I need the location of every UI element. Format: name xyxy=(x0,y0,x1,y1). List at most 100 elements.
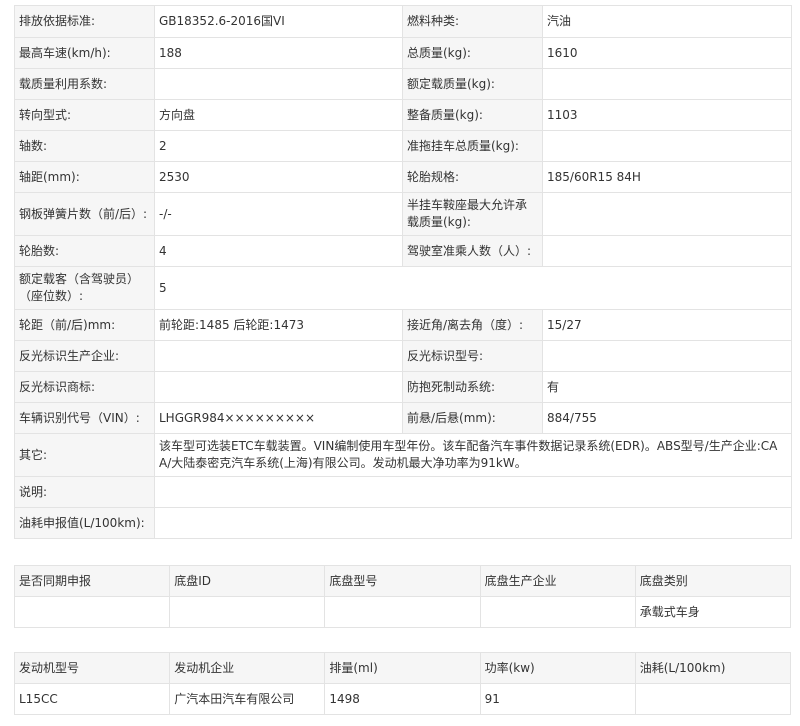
cab-seats-label: 驾驶室准乘人数（人）: xyxy=(402,235,543,267)
reflector-brand-value xyxy=(154,371,403,403)
table-row: 钢板弹簧片数（前/后）: -/- 半挂车鞍座最大允许承载质量(kg): xyxy=(14,192,792,236)
steering-value: 方向盘 xyxy=(154,99,403,131)
chassis-cell-id xyxy=(169,596,326,628)
chassis-cell-concurrent xyxy=(13,596,171,628)
saddle-load-value xyxy=(542,192,792,236)
load-utilization-value xyxy=(154,68,403,100)
max-speed-label: 最高车速(km/h): xyxy=(14,37,155,69)
curb-mass-value: 1103 xyxy=(542,99,792,131)
table-row: 反光标识商标: 防抱死制动系统: 有 xyxy=(14,371,792,403)
leaf-springs-label: 钢板弹簧片数（前/后）: xyxy=(14,192,155,236)
chassis-cell-model xyxy=(324,596,481,628)
notes-label: 说明: xyxy=(14,476,155,508)
load-utilization-label: 载质量利用系数: xyxy=(14,68,155,100)
leaf-springs-value: -/- xyxy=(154,192,403,236)
table-row: 车辆识别代号（VIN）: LHGGR984××××××××× 前悬/后悬(mm)… xyxy=(14,402,792,434)
table-row: 其它: 该车型可选装ETC车载装置。VIN编制使用车型年份。该车配备汽车事件数据… xyxy=(14,433,792,477)
abs-value: 有 xyxy=(542,371,792,403)
engine-header-maker: 发动机企业 xyxy=(169,652,326,684)
chassis-header-concurrent: 是否同期申报 xyxy=(13,565,171,597)
reflector-model-value xyxy=(542,340,792,372)
table-row: 承载式车身 xyxy=(13,596,792,628)
table-row: 最高车速(km/h): 188 总质量(kg): 1610 xyxy=(14,37,792,69)
other-value: 该车型可选装ETC车载装置。VIN编制使用车型年份。该车配备汽车事件数据记录系统… xyxy=(154,433,792,477)
table-row: 排放依据标准: GB18352.6-2016国VI 燃料种类: 汽油 xyxy=(14,5,792,38)
vin-value: LHGGR984××××××××× xyxy=(154,402,403,434)
table-row: 载质量利用系数: 额定载质量(kg): xyxy=(14,68,792,100)
axles-label: 轴数: xyxy=(14,130,155,162)
fuel-report-value xyxy=(154,507,792,539)
approach-departure-angle-label: 接近角/离去角（度）: xyxy=(402,309,543,341)
wheelbase-value: 2530 xyxy=(154,161,403,193)
trailer-mass-value xyxy=(542,130,792,162)
trailer-mass-label: 准拖挂车总质量(kg): xyxy=(402,130,543,162)
table-row: 轴数: 2 准拖挂车总质量(kg): xyxy=(14,130,792,162)
table-row: 轮胎数: 4 驾驶室准乘人数（人）: xyxy=(14,235,792,267)
approach-departure-angle-value: 15/27 xyxy=(542,309,792,341)
vin-label: 车辆识别代号（VIN）: xyxy=(14,402,155,434)
table-row: 轮距（前/后)mm: 前轮距:1485 后轮距:1473 接近角/离去角（度）:… xyxy=(14,309,792,341)
reflector-maker-value xyxy=(154,340,403,372)
total-mass-value: 1610 xyxy=(542,37,792,69)
cab-seats-value xyxy=(542,235,792,267)
fuel-report-label: 油耗申报值(L/100km): xyxy=(14,507,155,539)
total-mass-label: 总质量(kg): xyxy=(402,37,543,69)
engine-header-displacement: 排量(ml) xyxy=(324,652,481,684)
fuel-type-label: 燃料种类: xyxy=(402,5,543,38)
other-label: 其它: xyxy=(14,433,155,477)
axles-value: 2 xyxy=(154,130,403,162)
table-row: 反光标识生产企业: 反光标识型号: xyxy=(14,340,792,372)
emission-standard-label: 排放依据标准: xyxy=(14,5,155,38)
tire-spec-value: 185/60R15 84H xyxy=(542,161,792,193)
engine-cell-maker: 广汽本田汽车有限公司 xyxy=(169,683,326,715)
notes-value xyxy=(154,476,792,508)
engine-cell-fuel xyxy=(634,683,792,715)
reflector-brand-label: 反光标识商标: xyxy=(14,371,155,403)
tire-spec-label: 轮胎规格: xyxy=(402,161,543,193)
wheelbase-label: 轴距(mm): xyxy=(14,161,155,193)
max-speed-value: 188 xyxy=(154,37,403,69)
page: 排放依据标准: GB18352.6-2016国VI 燃料种类: 汽油 最高车速(… xyxy=(0,0,800,726)
emission-standard-value: GB18352.6-2016国VI xyxy=(154,5,403,38)
engine-table: 发动机型号 发动机企业 排量(ml) 功率(kw) 油耗(L/100km) L1… xyxy=(13,652,792,715)
rated-load-value xyxy=(542,68,792,100)
saddle-load-label: 半挂车鞍座最大允许承载质量(kg): xyxy=(402,192,543,236)
passengers-label: 额定载客（含驾驶员）（座位数）: xyxy=(14,266,155,310)
overhang-label: 前悬/后悬(mm): xyxy=(402,402,543,434)
track-value: 前轮距:1485 后轮距:1473 xyxy=(154,309,403,341)
track-label: 轮距（前/后)mm: xyxy=(14,309,155,341)
steering-label: 转向型式: xyxy=(14,99,155,131)
chassis-cell-type: 承载式车身 xyxy=(634,596,792,628)
abs-label: 防抱死制动系统: xyxy=(402,371,543,403)
table-row: 轴距(mm): 2530 轮胎规格: 185/60R15 84H xyxy=(14,161,792,193)
table-row: 说明: xyxy=(14,476,792,508)
engine-header-model: 发动机型号 xyxy=(13,652,171,684)
engine-header-fuel: 油耗(L/100km) xyxy=(634,652,792,684)
table-header-row: 是否同期申报 底盘ID 底盘型号 底盘生产企业 底盘类别 xyxy=(13,565,792,597)
chassis-header-model: 底盘型号 xyxy=(324,565,481,597)
chassis-cell-maker xyxy=(479,596,636,628)
chassis-header-type: 底盘类别 xyxy=(634,565,792,597)
tires-label: 轮胎数: xyxy=(14,235,155,267)
engine-cell-displacement: 1498 xyxy=(324,683,481,715)
tires-value: 4 xyxy=(154,235,403,267)
curb-mass-label: 整备质量(kg): xyxy=(402,99,543,131)
rated-load-label: 额定载质量(kg): xyxy=(402,68,543,100)
overhang-value: 884/755 xyxy=(542,402,792,434)
vehicle-spec-table: 排放依据标准: GB18352.6-2016国VI 燃料种类: 汽油 最高车速(… xyxy=(14,5,792,539)
table-row: 转向型式: 方向盘 整备质量(kg): 1103 xyxy=(14,99,792,131)
chassis-table: 是否同期申报 底盘ID 底盘型号 底盘生产企业 底盘类别 承载式车身 xyxy=(13,565,792,628)
engine-cell-model: L15CC xyxy=(13,683,171,715)
table-header-row: 发动机型号 发动机企业 排量(ml) 功率(kw) 油耗(L/100km) xyxy=(13,652,792,684)
chassis-header-id: 底盘ID xyxy=(169,565,326,597)
passengers-value: 5 xyxy=(154,266,792,310)
engine-cell-power: 91 xyxy=(479,683,636,715)
fuel-type-value: 汽油 xyxy=(542,5,792,38)
table-row: L15CC 广汽本田汽车有限公司 1498 91 xyxy=(13,683,792,715)
chassis-header-maker: 底盘生产企业 xyxy=(479,565,636,597)
reflector-model-label: 反光标识型号: xyxy=(402,340,543,372)
table-row: 油耗申报值(L/100km): xyxy=(14,507,792,539)
reflector-maker-label: 反光标识生产企业: xyxy=(14,340,155,372)
table-row: 额定载客（含驾驶员）（座位数）: 5 xyxy=(14,266,792,310)
engine-header-power: 功率(kw) xyxy=(479,652,636,684)
